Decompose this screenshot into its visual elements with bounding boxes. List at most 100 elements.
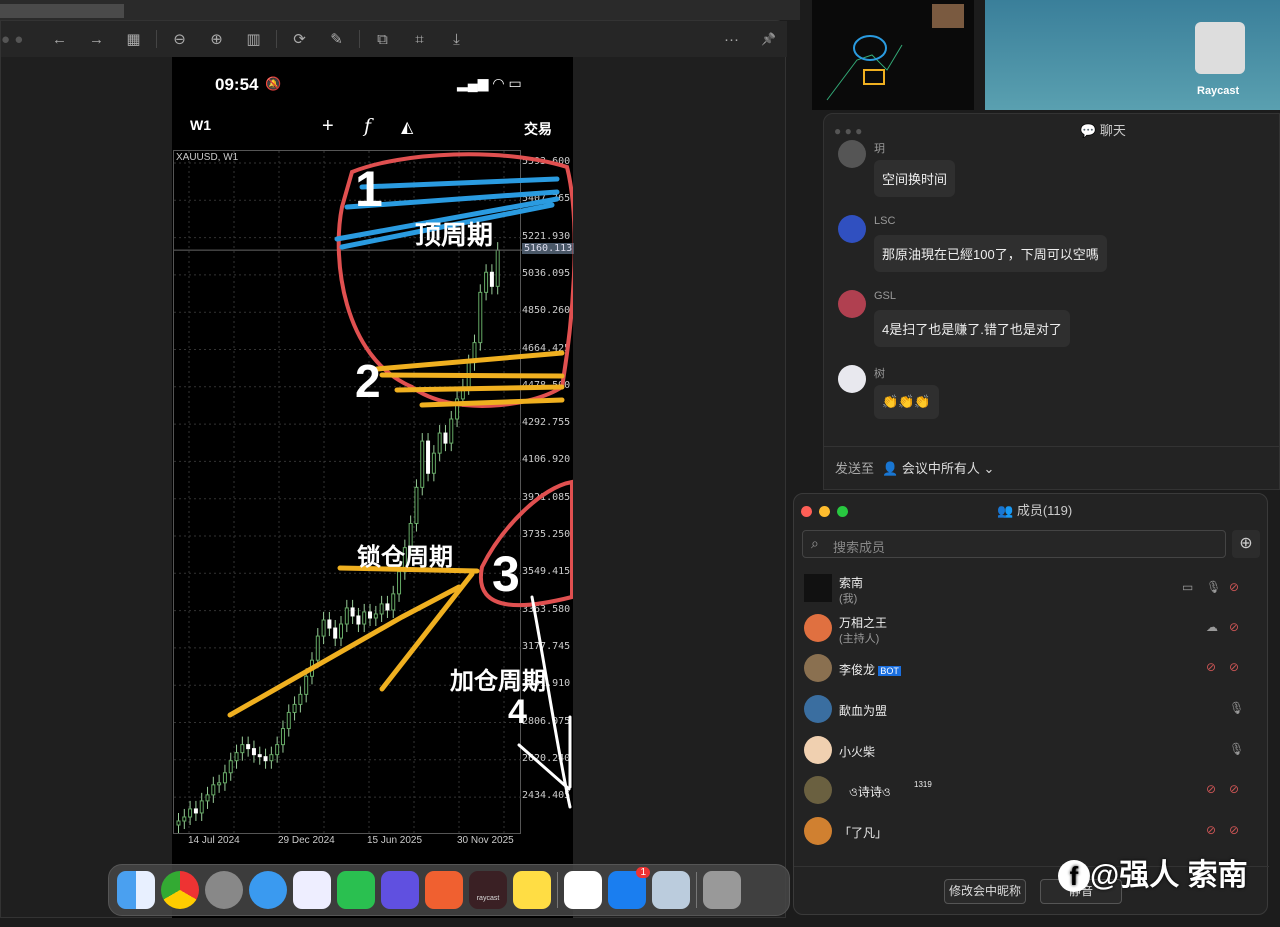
sender-name: 树 bbox=[874, 368, 885, 380]
member-row[interactable]: 小火柴 🎙 bbox=[804, 730, 1254, 770]
brave-icon[interactable] bbox=[425, 871, 463, 909]
chrome-icon[interactable] bbox=[161, 871, 199, 909]
more-button[interactable]: ··· bbox=[713, 31, 750, 48]
safari-icon[interactable] bbox=[249, 871, 287, 909]
member-name: 万相之王 bbox=[839, 616, 888, 630]
message-text: 那原油現在已經100了，下周可以空嗎 bbox=[874, 235, 1107, 272]
camera-off-icon[interactable]: ⊘ bbox=[1229, 580, 1239, 594]
wechat-icon[interactable] bbox=[337, 871, 375, 909]
forward-button[interactable]: → bbox=[78, 31, 115, 48]
search-placeholder: 搜索成员 bbox=[833, 540, 886, 555]
dock: raycast 1 bbox=[108, 864, 790, 916]
annotation-2: 2 bbox=[355, 355, 381, 407]
rename-nickname-button[interactable]: 修改会中昵称 bbox=[944, 879, 1026, 904]
notification-badge: 1 bbox=[636, 867, 650, 878]
mic-off-icon[interactable]: ⊘ bbox=[1206, 660, 1216, 674]
member-name: 索南 bbox=[839, 576, 864, 590]
annotation-add-cycle: 加仓周期 bbox=[450, 668, 546, 695]
annotation-top-cycle: 顶周期 bbox=[415, 220, 494, 250]
message-text: 空间换时间 bbox=[874, 160, 956, 197]
member-name: 李俊龙 BOT bbox=[839, 661, 901, 678]
member-row[interactable]: 李俊龙 BOT ⊘ ⊘ bbox=[804, 648, 1254, 688]
annotation-3: 3 bbox=[492, 546, 520, 602]
raycast-text: raycast bbox=[476, 895, 500, 902]
lark-icon[interactable]: 1 bbox=[608, 867, 650, 909]
actual-size-button[interactable]: ▥ bbox=[235, 30, 272, 48]
zoom-button[interactable] bbox=[837, 506, 848, 517]
avatar bbox=[838, 290, 866, 318]
raycast-drive-icon[interactable] bbox=[1195, 22, 1245, 74]
back-button[interactable]: ← bbox=[41, 31, 78, 48]
raycast-icon[interactable]: raycast bbox=[469, 871, 507, 909]
members-title: 👥 成员(119) bbox=[997, 503, 1073, 518]
markup-button[interactable]: ✎ bbox=[318, 30, 355, 48]
watermark-text: @强人 索南 bbox=[1090, 859, 1248, 892]
mic-off-icon[interactable]: ⊘ bbox=[1206, 823, 1216, 837]
member-name: 歃血为盟 bbox=[839, 704, 888, 718]
preview-icon[interactable] bbox=[652, 871, 690, 909]
camera-off-icon[interactable]: ⊘ bbox=[1229, 823, 1239, 837]
douyin-logo-icon: f bbox=[1058, 860, 1090, 892]
member-row[interactable]: 歃血为盟 🎙 bbox=[804, 689, 1254, 729]
sender-name: LSC bbox=[874, 215, 896, 227]
notes-icon[interactable] bbox=[513, 871, 551, 909]
mic-icon[interactable]: 🎙 bbox=[1229, 701, 1244, 715]
save-button[interactable]: ⤓ bbox=[438, 31, 475, 48]
grid-view-button[interactable]: ▦ bbox=[115, 30, 152, 48]
chat-window: ● ● ● 💬 聊天 玥空间换时间 LSC 那原油現在已經100了，下周可以空嗎 … bbox=[823, 113, 1280, 490]
chat-title: 💬 聊天 bbox=[1080, 123, 1126, 138]
video-thumbnail[interactable] bbox=[812, 0, 974, 110]
avatar bbox=[804, 574, 832, 602]
avatar bbox=[838, 215, 866, 243]
windows-app-icon[interactable] bbox=[293, 871, 331, 909]
window-lights[interactable]: ● ● ● bbox=[834, 124, 862, 138]
avatar bbox=[804, 654, 832, 682]
raycast-drive-label[interactable]: Raycast bbox=[1197, 85, 1239, 97]
send-to-label: 发送至 bbox=[835, 461, 875, 476]
avatar bbox=[804, 614, 832, 642]
zoom-out-button[interactable]: ⊖ bbox=[161, 30, 198, 48]
member-name: 小火柴 bbox=[839, 745, 876, 759]
mic-icon[interactable]: 🎙 bbox=[1206, 580, 1221, 594]
member-row[interactable]: 「了凡」 ⊘ ⊘ bbox=[804, 811, 1254, 851]
mic-off-icon[interactable]: ⊘ bbox=[1229, 620, 1239, 634]
top-strip bbox=[0, 0, 800, 20]
annotation-1: 1 bbox=[355, 161, 383, 217]
camera-off-icon[interactable]: ⊘ bbox=[1229, 660, 1239, 674]
pin-button[interactable]: 📌 bbox=[750, 32, 787, 46]
annotation-lock-cycle: 锁仓周期 bbox=[357, 544, 453, 571]
member-row[interactable]: 索南 (我) ▭ 🎙 ⊘ bbox=[804, 568, 1254, 608]
message-text: 👏👏👏 bbox=[874, 385, 939, 419]
zoom-in-button[interactable]: ⊕ bbox=[198, 30, 235, 48]
annotation-4: 4 bbox=[508, 693, 527, 731]
translate-button[interactable]: ⧉ bbox=[364, 31, 401, 48]
close-button[interactable] bbox=[801, 506, 812, 517]
send-to-value: 会议中所有人 bbox=[901, 461, 980, 476]
member-row[interactable]: 万相之王 (主持人) ☁ ⊘ bbox=[804, 608, 1254, 648]
desktop-background: Raycast bbox=[985, 0, 1280, 110]
finder-icon[interactable] bbox=[117, 871, 155, 909]
avatar bbox=[804, 695, 832, 723]
member-extra: 1319 bbox=[914, 780, 932, 789]
mic-off-icon[interactable]: ⊘ bbox=[1206, 782, 1216, 796]
mic-icon[interactable]: 🎙 bbox=[1229, 742, 1244, 756]
send-to-dropdown[interactable]: 👤 会议中所有人 ⌄ bbox=[882, 458, 994, 477]
settings-icon[interactable] bbox=[205, 871, 243, 909]
invite-member-button[interactable]: ⊕ bbox=[1232, 530, 1260, 558]
member-search-input[interactable]: ⌕ 搜索成员 bbox=[802, 530, 1226, 558]
members-title-text: 成员(119) bbox=[1016, 503, 1073, 518]
window-lights[interactable]: ● ● bbox=[1, 31, 41, 48]
member-role: (我) bbox=[839, 593, 858, 605]
camera-off-icon[interactable]: ⊘ bbox=[1229, 782, 1239, 796]
member-row[interactable]: ও诗诗ও 1319 ⊘ ⊘ bbox=[804, 770, 1254, 810]
viewer-toolbar: ● ● ← → ▦ ⊖ ⊕ ▥ ⟳ ✎ ⧉ ⌗ ⤓ ··· 📌 bbox=[1, 21, 787, 57]
watermark: f @强人 索南 bbox=[1058, 850, 1248, 894]
ocr-button[interactable]: ⌗ bbox=[401, 31, 438, 48]
link-app-icon[interactable] bbox=[381, 871, 419, 909]
qq-icon[interactable] bbox=[564, 871, 602, 909]
minimize-button[interactable] bbox=[819, 506, 830, 517]
trash-icon[interactable] bbox=[703, 871, 741, 909]
avatar bbox=[838, 365, 866, 393]
rotate-button[interactable]: ⟳ bbox=[281, 30, 318, 48]
tab[interactable] bbox=[0, 4, 124, 18]
